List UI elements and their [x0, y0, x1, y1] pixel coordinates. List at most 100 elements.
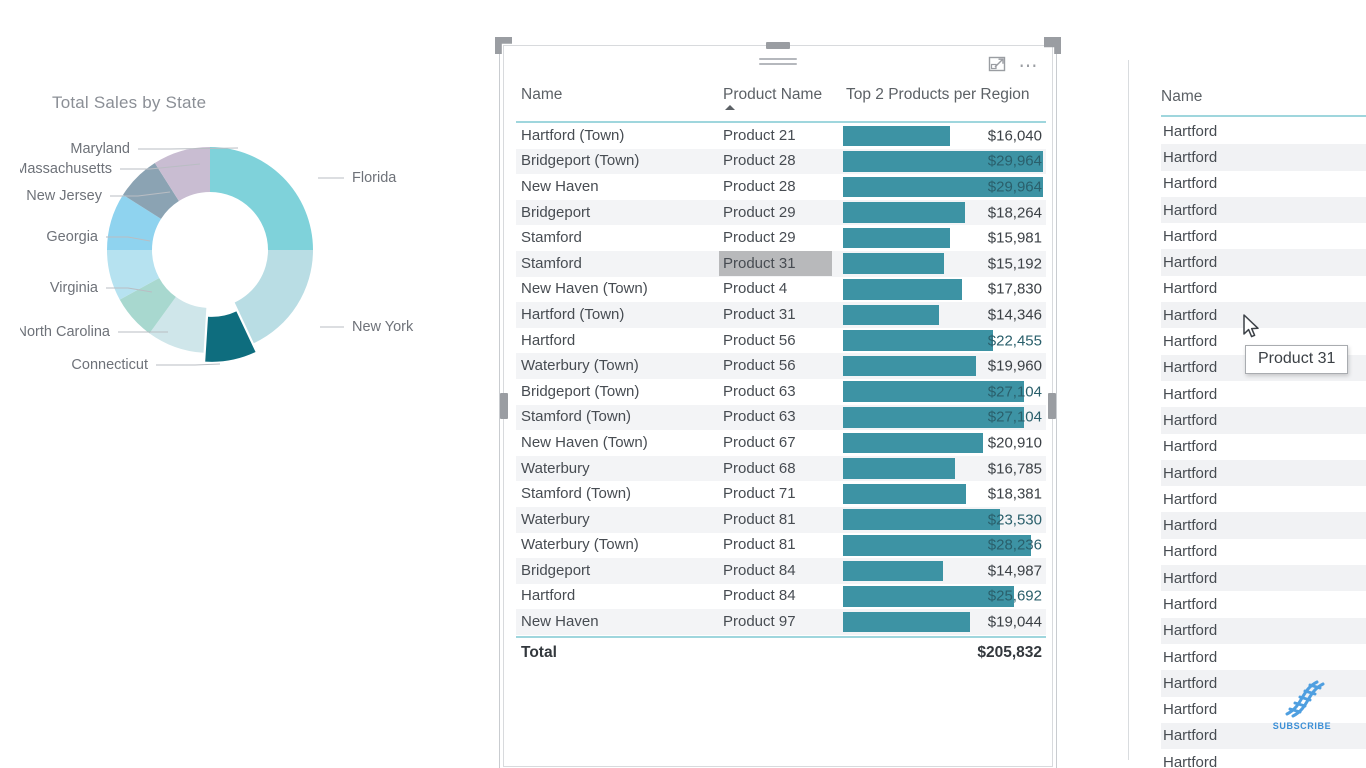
table-row[interactable]: New Haven (Town) Product 67 $20,910: [516, 430, 1046, 456]
bar-cell[interactable]: $27,104: [843, 381, 1046, 403]
top-products-table-visual[interactable]: ⋯ Name Product Name Top 2 Products per R…: [495, 37, 1349, 768]
bar-cell[interactable]: $18,381: [843, 483, 1046, 505]
donut-slice-florida[interactable]: [210, 147, 313, 250]
table-row[interactable]: Bridgeport (Town) Product 63 $27,104: [516, 379, 1046, 405]
cell-product-name[interactable]: Product 56: [723, 332, 796, 349]
bar-cell[interactable]: $20,910: [843, 432, 1046, 454]
donut-slices[interactable]: [107, 147, 313, 362]
table-row[interactable]: Bridgeport (Town) Product 28 $29,964: [516, 148, 1046, 175]
list-item[interactable]: Hartford: [1161, 196, 1366, 224]
cell-product-name[interactable]: Product 71: [723, 485, 796, 502]
column-header-top-2-products[interactable]: Top 2 Products per Region: [843, 86, 1030, 103]
resize-handle-top[interactable]: [766, 42, 790, 49]
cell-product-name[interactable]: Product 97: [723, 613, 796, 630]
bar-cell[interactable]: $27,104: [843, 407, 1046, 428]
total-sales-by-state-visual[interactable]: Total Sales by State Maryland Massachuset…: [0, 0, 470, 420]
cell-name[interactable]: New Haven (Town): [521, 280, 648, 297]
right-panel-list[interactable]: Hartford Hartford Hartford Hartford Hartford…: [1161, 118, 1366, 768]
cell-product-name[interactable]: Product 84: [723, 562, 796, 579]
resize-handle-right[interactable]: [1048, 393, 1056, 419]
table-row[interactable]: Waterbury Product 81 $23,530: [516, 506, 1046, 533]
cell-product-name[interactable]: Product 31: [719, 250, 832, 276]
table-row[interactable]: Bridgeport Product 29 $18,264: [516, 199, 1046, 226]
cell-name[interactable]: Bridgeport: [521, 204, 590, 221]
bar-cell[interactable]: $23,530: [843, 509, 1046, 530]
cell-product-name[interactable]: Product 29: [723, 204, 796, 221]
bar-cell[interactable]: $16,785: [843, 458, 1046, 479]
bar-cell[interactable]: $29,964: [843, 151, 1046, 172]
table-row[interactable]: Stamford (Town) Product 63 $27,104: [516, 404, 1046, 431]
list-item[interactable]: Hartford: [1161, 144, 1366, 171]
cell-name[interactable]: Waterbury (Town): [521, 536, 639, 553]
bar-cell[interactable]: $16,040: [843, 125, 1046, 147]
list-item[interactable]: Hartford: [1161, 539, 1366, 565]
bar-cell[interactable]: $18,264: [843, 202, 1046, 223]
table-row[interactable]: Bridgeport Product 84 $14,987: [516, 558, 1046, 584]
bar-cell[interactable]: $14,987: [843, 560, 1046, 582]
bar-cell[interactable]: $19,960: [843, 355, 1046, 377]
cell-product-name[interactable]: Product 4: [723, 280, 787, 297]
list-item[interactable]: Hartford: [1161, 381, 1366, 407]
cell-product-name[interactable]: Product 81: [723, 536, 796, 553]
bar-cell[interactable]: $28,236: [843, 535, 1046, 556]
resize-handle-top-right[interactable]: [1044, 37, 1061, 54]
table-row[interactable]: New Haven Product 28 $29,964: [516, 174, 1046, 200]
cell-name[interactable]: Waterbury: [521, 511, 590, 528]
visual-header-actions[interactable]: ⋯: [987, 54, 1041, 79]
cell-name[interactable]: Waterbury: [521, 460, 590, 477]
cell-name[interactable]: Bridgeport (Town): [521, 152, 639, 169]
list-item[interactable]: Hartford: [1161, 459, 1366, 487]
list-item[interactable]: Hartford: [1161, 249, 1366, 276]
cell-product-name[interactable]: Product 63: [723, 408, 796, 425]
cell-name[interactable]: Hartford: [521, 332, 575, 349]
table-row[interactable]: Hartford (Town) Product 31 $14,346: [516, 302, 1046, 328]
list-item[interactable]: Hartford: [1161, 434, 1366, 460]
table-row[interactable]: Hartford (Town) Product 21 $16,040: [516, 123, 1046, 149]
donut-slice-new-york[interactable]: [234, 250, 313, 344]
table-row[interactable]: Stamford (Town) Product 71 $18,381: [516, 481, 1046, 507]
table-row[interactable]: New Haven Product 97 $19,044: [516, 609, 1046, 635]
list-item[interactable]: Hartford: [1161, 407, 1366, 434]
table-row[interactable]: New Haven (Town) Product 4 $17,830: [516, 277, 1046, 303]
bar-cell[interactable]: $15,981: [843, 227, 1046, 249]
cell-name[interactable]: Stamford (Town): [521, 485, 631, 502]
table-row[interactable]: Waterbury (Town) Product 81 $28,236: [516, 533, 1046, 559]
column-header-product-name[interactable]: Product Name: [723, 86, 822, 103]
bar-cell[interactable]: $22,455: [843, 330, 1046, 351]
list-item[interactable]: Hartford: [1161, 171, 1366, 197]
cell-product-name[interactable]: Product 84: [723, 587, 796, 604]
resize-handle-top-left[interactable]: [495, 37, 512, 54]
list-item[interactable]: Hartford: [1161, 617, 1366, 644]
donut-chart[interactable]: Maryland Massachusetts New Jersey Georgia Vi…: [20, 120, 460, 410]
list-item[interactable]: Hartford: [1161, 591, 1366, 617]
visual-drag-handle[interactable]: [759, 58, 797, 67]
right-panel-column-header[interactable]: Name: [1161, 88, 1202, 106]
table-row[interactable]: Stamford Product 31 $15,192: [516, 250, 1046, 277]
cell-product-name[interactable]: Product 28: [723, 152, 796, 169]
list-item[interactable]: Hartford: [1161, 644, 1366, 670]
cell-product-name[interactable]: Product 28: [723, 178, 796, 195]
cell-name[interactable]: Waterbury (Town): [521, 357, 639, 374]
table-row[interactable]: Hartford Product 56 $22,455: [516, 328, 1046, 354]
bar-cell[interactable]: $15,192: [843, 253, 1046, 275]
list-item[interactable]: Hartford: [1161, 749, 1366, 768]
table-row[interactable]: Stamford Product 29 $15,981: [516, 225, 1046, 251]
bar-cell[interactable]: $25,692: [843, 586, 1046, 607]
table-body[interactable]: Hartford (Town) Product 21 $16,040 Bridgepo…: [516, 123, 1046, 635]
cell-product-name[interactable]: Product 63: [723, 383, 796, 400]
cell-name[interactable]: Stamford: [521, 255, 582, 272]
more-options-icon[interactable]: ⋯: [1019, 57, 1041, 76]
table-row[interactable]: Hartford Product 84 $25,692: [516, 584, 1046, 610]
list-item[interactable]: Hartford: [1161, 223, 1366, 249]
cell-name[interactable]: Stamford (Town): [521, 408, 631, 425]
cell-name[interactable]: Stamford: [521, 229, 582, 246]
list-item[interactable]: Hartford: [1161, 486, 1366, 512]
cell-name[interactable]: New Haven: [521, 178, 599, 195]
cell-name[interactable]: New Haven: [521, 613, 599, 630]
table-row[interactable]: Waterbury Product 68 $16,785: [516, 455, 1046, 482]
bar-cell[interactable]: $14,346: [843, 304, 1046, 326]
bar-cell[interactable]: $19,044: [843, 611, 1046, 633]
table-header[interactable]: Name Product Name Top 2 Products per Reg…: [516, 86, 1046, 123]
cell-name[interactable]: Bridgeport: [521, 562, 590, 579]
name-list-visual[interactable]: Name Hartford Hartford Hartford Hartford Har…: [1143, 45, 1366, 768]
